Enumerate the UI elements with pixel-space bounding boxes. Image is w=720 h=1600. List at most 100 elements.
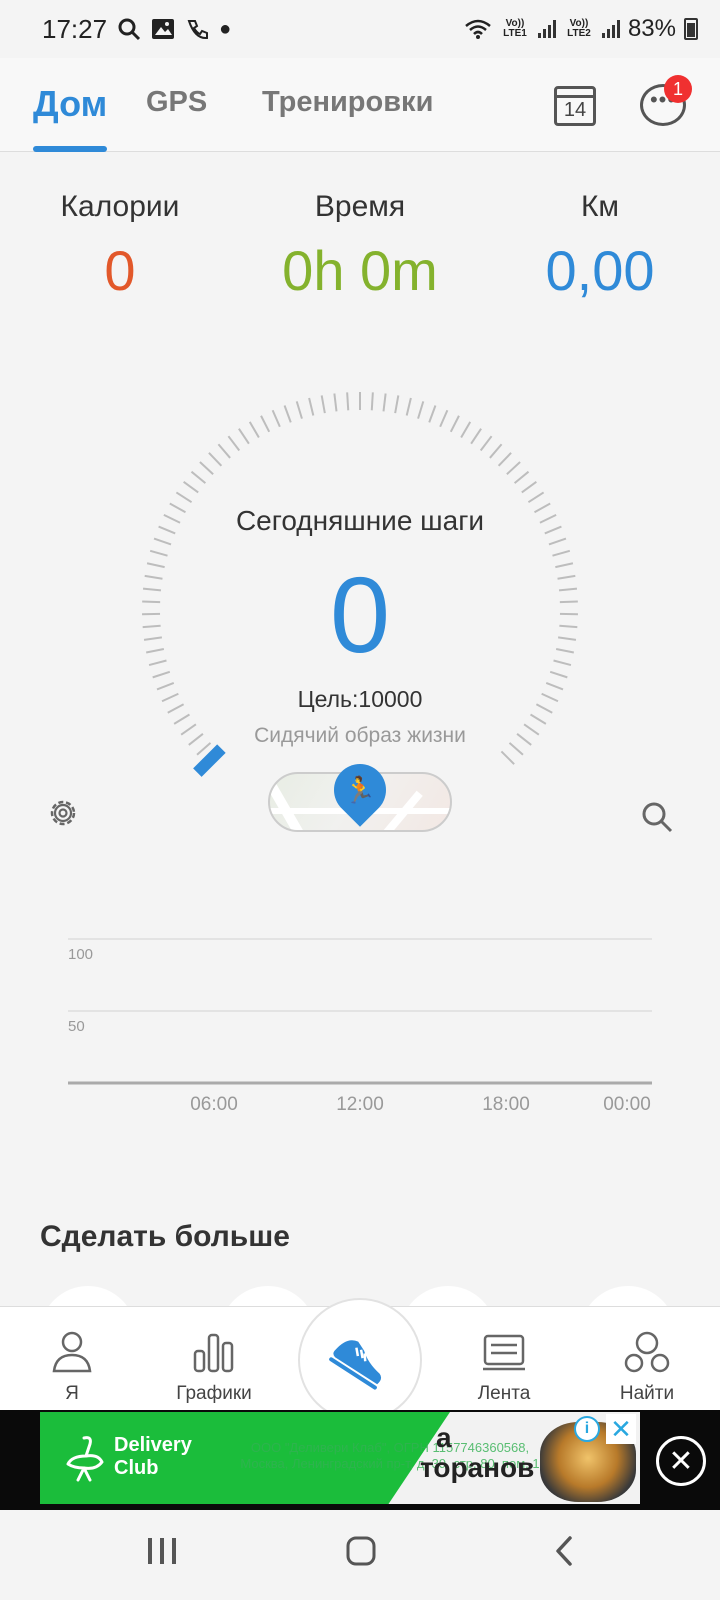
status-bar: 17:27 ● Vo)) LTE1 Vo)) LTE2 83% xyxy=(0,0,720,58)
gauge-tick xyxy=(439,409,449,428)
nav-charts[interactable]: Графики xyxy=(154,1325,274,1405)
gauge-tick xyxy=(500,750,515,765)
back-button[interactable] xyxy=(556,1536,572,1566)
gauge-tick xyxy=(248,421,260,438)
gauge-tick xyxy=(238,428,250,445)
gauge-tick xyxy=(199,461,214,475)
search-icon xyxy=(118,18,141,41)
gauge-tick xyxy=(283,405,292,423)
bar-chart-icon xyxy=(193,1333,234,1373)
gauge-tick xyxy=(382,393,387,412)
group-icon xyxy=(624,1331,670,1373)
gauge-tick xyxy=(460,421,472,438)
calendar-day: 14 xyxy=(563,99,587,121)
steps-goal: Цель:10000 xyxy=(297,686,423,712)
stat-calories: Калории 0 xyxy=(0,190,240,303)
gauge-tick xyxy=(479,435,493,452)
nav-activity-button[interactable] xyxy=(298,1298,422,1422)
gauge-title: Сегодняшние шаги xyxy=(235,505,485,536)
gauge-tick xyxy=(497,452,512,467)
gauge-tick xyxy=(513,470,530,484)
calendar-icon[interactable]: 14 xyxy=(554,86,596,126)
tab-home[interactable]: Дом xyxy=(33,83,107,125)
battery-percent: 83% xyxy=(627,15,676,42)
ad-info-icon[interactable]: i xyxy=(574,1416,600,1442)
nav-feed[interactable]: Лента xyxy=(444,1325,564,1405)
tab-workouts[interactable]: Тренировки xyxy=(262,86,433,119)
stat-time: Время 0h 0m xyxy=(240,190,480,303)
chart-x-tick: 00:00 xyxy=(603,1094,651,1115)
notification-badge: 1 xyxy=(664,75,692,103)
ad-close-button[interactable]: ✕ xyxy=(656,1436,706,1486)
gauge-tick xyxy=(506,461,521,475)
stat-time-value: 0h 0m xyxy=(282,239,438,302)
feed-icon xyxy=(483,1334,525,1371)
tab-gps[interactable]: GPS xyxy=(146,86,207,119)
gauge-tick xyxy=(346,392,350,411)
chart-y-tick: 100 xyxy=(68,946,93,963)
gauge-tick xyxy=(333,393,338,412)
runner-icon: 🏃 xyxy=(343,775,377,805)
stat-km-value: 0,00 xyxy=(545,239,655,302)
gauge-tick xyxy=(308,397,315,416)
gauge-tick xyxy=(521,481,537,494)
chart-x-tick: 12:00 xyxy=(336,1094,384,1115)
activity-status: Сидячий образ жизни xyxy=(254,724,466,747)
sim2-label: Vo)) LTE2 xyxy=(567,18,591,39)
gauge-tick xyxy=(190,470,207,484)
nav-feed-label: Лента xyxy=(477,1383,531,1404)
ad-text-a: а xyxy=(436,1422,452,1453)
nav-charts-label: Графики xyxy=(176,1383,252,1404)
stat-calories-label: Калории xyxy=(60,190,180,223)
gauge-tick xyxy=(405,397,412,416)
gauge-tick xyxy=(217,443,231,459)
signal-icon xyxy=(537,20,556,38)
gauge-tick xyxy=(394,395,400,414)
image-icon xyxy=(152,19,175,39)
home-button[interactable] xyxy=(346,1536,376,1566)
battery-icon xyxy=(684,18,698,40)
stat-km: Км 0,00 xyxy=(480,190,720,303)
chart-x-tick: 06:00 xyxy=(190,1094,238,1115)
dot-icon: ● xyxy=(219,17,232,40)
sim1-label: Vo)) LTE1 xyxy=(503,18,527,39)
person-icon xyxy=(52,1331,92,1373)
nav-find[interactable]: Найти xyxy=(587,1325,707,1405)
ad-dismiss-icon[interactable]: ✕ xyxy=(606,1414,636,1444)
top-navigation: Дом GPS Тренировки 14 ••• 1 xyxy=(0,58,720,152)
do-more-title: Сделать больше xyxy=(40,1220,290,1253)
ostrich-logo-icon xyxy=(66,1436,104,1482)
gauge-tick xyxy=(548,537,567,546)
steps-count: 0 xyxy=(329,554,391,675)
search-icon[interactable] xyxy=(640,800,674,834)
nav-find-label: Найти xyxy=(619,1383,675,1404)
gauge-tick xyxy=(370,392,374,411)
gauge-tick xyxy=(470,428,482,445)
gauge-tick xyxy=(153,537,172,546)
gauge-tick xyxy=(489,443,503,459)
recent-apps-button[interactable] xyxy=(148,1538,176,1564)
nav-me[interactable]: Я xyxy=(12,1325,132,1405)
gauge-tick xyxy=(449,415,460,433)
chart-y-tick: 50 xyxy=(68,1018,85,1035)
gauge-tick xyxy=(428,405,437,423)
gauge-tick xyxy=(271,409,281,428)
gauge-tick xyxy=(260,415,271,433)
wifi-icon xyxy=(465,19,491,39)
chart-x-tick: 18:00 xyxy=(482,1094,530,1115)
gauge-tick xyxy=(208,452,223,467)
shoe-icon xyxy=(329,1340,382,1390)
active-tab-indicator xyxy=(33,146,107,152)
system-navigation xyxy=(0,1510,720,1600)
call-forward-icon xyxy=(187,20,209,40)
gauge-tick xyxy=(227,435,241,452)
ad-banner[interactable]: Delivery Club ООО "Деливери Клаб", ОГРН … xyxy=(40,1412,640,1504)
gauge-tick xyxy=(530,713,547,725)
gauge-tick xyxy=(173,713,190,725)
gauge-tick xyxy=(417,401,425,419)
steps-chart: 100 50 06:00 12:00 18:00 00:00 xyxy=(68,938,652,1115)
settings-gear-icon[interactable] xyxy=(46,796,80,830)
stat-calories-value: 0 xyxy=(104,239,136,302)
ad-text-b: торанов xyxy=(420,1452,535,1483)
status-time: 17:27 xyxy=(42,13,108,44)
